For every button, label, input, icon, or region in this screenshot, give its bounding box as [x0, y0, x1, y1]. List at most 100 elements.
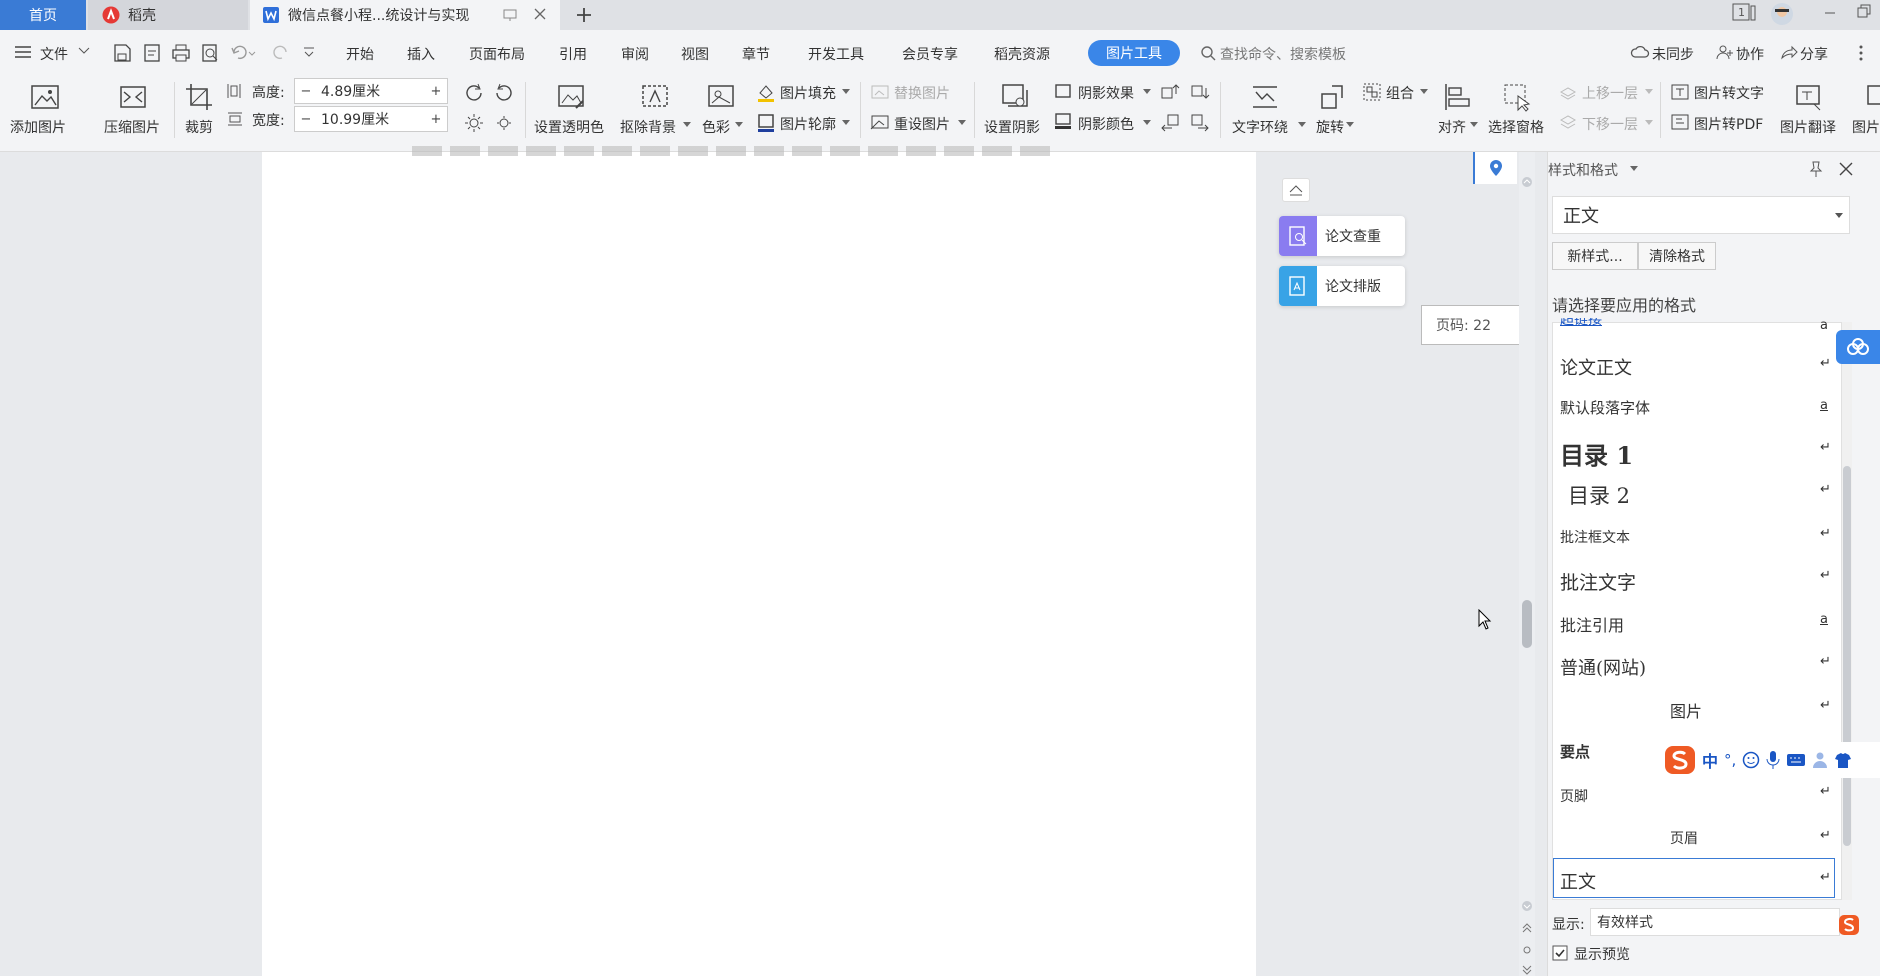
text-wrap-button[interactable]: 文字环绕	[1232, 117, 1288, 137]
paper-layout-button[interactable]: 论文排版	[1279, 266, 1405, 306]
add-image-button[interactable]: 添加图片	[10, 117, 66, 137]
chevron-down-icon[interactable]	[683, 122, 691, 128]
image-more-button[interactable]: 图片	[1852, 117, 1880, 137]
style-item-picture[interactable]: 图片	[1670, 698, 1702, 722]
menu-member[interactable]: 会员专享	[902, 44, 958, 64]
style-item-default-font[interactable]: 默认段落字体	[1560, 397, 1650, 418]
style-item-comment-reference[interactable]: 批注引用	[1560, 612, 1624, 636]
image-translate-icon[interactable]	[1794, 82, 1824, 112]
menu-home[interactable]: 开始	[346, 44, 374, 64]
cloud-drive-icon[interactable]	[1836, 330, 1880, 364]
tab-home[interactable]: 首页	[0, 0, 86, 30]
save-icon[interactable]	[112, 43, 132, 63]
image-to-pdf-button[interactable]: 图片转PDF	[1694, 114, 1763, 134]
set-shadow-button[interactable]: 设置阴影	[984, 117, 1040, 137]
more-options-icon[interactable]	[1858, 44, 1864, 62]
chevron-down-icon[interactable]	[78, 46, 90, 56]
style-item-comment-box-text[interactable]: 批注框文本	[1560, 527, 1630, 547]
image-more-icon[interactable]	[1866, 82, 1880, 112]
styles-panel-title[interactable]: 样式和格式	[1548, 160, 1618, 180]
chevron-down-icon[interactable]	[1835, 213, 1843, 219]
decrease-height-icon[interactable]: −	[295, 84, 317, 99]
ime-punctuation-icon[interactable]: °,	[1724, 751, 1736, 769]
chevron-down-icon[interactable]	[842, 120, 850, 126]
crop-icon[interactable]	[184, 82, 214, 112]
chevron-down-icon[interactable]	[1630, 166, 1638, 172]
width-field[interactable]: 10.99厘米	[317, 109, 425, 129]
image-outline-button[interactable]: 图片轮廓	[780, 114, 836, 134]
image-translate-button[interactable]: 图片翻译	[1780, 117, 1836, 137]
chevron-down-icon[interactable]	[1645, 89, 1653, 95]
menu-references[interactable]: 引用	[559, 44, 587, 64]
style-item-comment-text[interactable]: 批注文字	[1560, 568, 1636, 595]
current-style-select[interactable]: 正文	[1552, 196, 1850, 234]
add-image-icon[interactable]	[30, 82, 60, 112]
brightness-up-icon[interactable]	[464, 112, 484, 132]
undo-icon[interactable]	[230, 44, 256, 62]
chevron-down-icon[interactable]	[958, 120, 966, 126]
collapse-up-icon[interactable]	[1282, 178, 1310, 202]
scroll-down-icon[interactable]	[1520, 900, 1534, 912]
image-to-pdf-icon[interactable]	[1670, 112, 1690, 132]
style-item-key-point[interactable]: 要点	[1560, 741, 1590, 762]
print-icon[interactable]	[171, 43, 191, 63]
menu-chapter[interactable]: 章节	[742, 44, 770, 64]
file-menu[interactable]: 文件	[40, 44, 68, 64]
remove-background-icon[interactable]	[640, 82, 670, 112]
style-item-toc-1[interactable]: 目录 1	[1560, 436, 1633, 471]
menu-view[interactable]: 视图	[681, 44, 709, 64]
close-panel-icon[interactable]	[1838, 161, 1854, 177]
ime-keyboard-icon[interactable]	[1786, 752, 1806, 768]
brightness-down-icon[interactable]	[494, 112, 514, 132]
style-item-toc-2[interactable]: 目录 2	[1568, 480, 1630, 510]
image-fill-button[interactable]: 图片填充	[780, 83, 836, 103]
chevron-down-icon[interactable]	[1645, 120, 1653, 126]
chevron-down-icon[interactable]	[1143, 120, 1151, 126]
new-tab-icon[interactable]	[574, 5, 594, 25]
quick-access-more-icon[interactable]	[302, 46, 316, 60]
sogou-mini-icon[interactable]	[1838, 914, 1860, 936]
style-item-footer[interactable]: 页脚	[1560, 786, 1588, 806]
chevron-down-icon[interactable]	[1420, 89, 1428, 95]
shadow-effect-icon[interactable]	[1054, 82, 1072, 100]
menu-insert[interactable]: 插入	[407, 44, 435, 64]
pin-panel-icon[interactable]	[1808, 160, 1824, 178]
redo-icon[interactable]	[270, 44, 290, 62]
send-backward-icon[interactable]	[1558, 112, 1578, 132]
selection-pane-button[interactable]: 选择窗格	[1488, 117, 1544, 137]
chevron-down-icon[interactable]	[1470, 122, 1478, 128]
compress-image-icon[interactable]	[118, 82, 148, 112]
collaborate-button[interactable]: 协作	[1736, 44, 1764, 64]
clear-format-button[interactable]: 清除格式	[1638, 242, 1716, 270]
bring-forward-icon[interactable]	[1558, 82, 1578, 102]
pin-tab-icon[interactable]	[502, 7, 518, 23]
scroll-up-icon[interactable]	[1520, 176, 1534, 188]
rotate-right-icon[interactable]	[464, 82, 484, 102]
search-command-input[interactable]: 查找命令、搜索模板	[1220, 44, 1346, 64]
style-item-thesis-body[interactable]: 论文正文	[1560, 354, 1632, 380]
increase-width-icon[interactable]: +	[425, 112, 447, 127]
set-shadow-icon[interactable]	[1000, 82, 1030, 112]
vertical-scrollbar[interactable]	[1519, 152, 1535, 976]
style-item-hyperlink[interactable]: 超链接	[1560, 318, 1602, 328]
document-page[interactable]	[262, 146, 1256, 976]
window-count-icon[interactable]: 1	[1732, 2, 1756, 22]
set-transparent-icon[interactable]	[556, 82, 586, 112]
increase-height-icon[interactable]: +	[425, 84, 447, 99]
image-outline-icon[interactable]	[756, 112, 776, 132]
sogou-logo-icon[interactable]	[1664, 745, 1696, 775]
location-pin-icon[interactable]	[1473, 152, 1517, 184]
shadow-effect-button[interactable]: 阴影效果	[1078, 83, 1134, 103]
image-to-text-icon[interactable]	[1670, 82, 1690, 102]
ime-toolbar[interactable]: 中 °,	[1660, 742, 1880, 778]
share-button[interactable]: 分享	[1800, 44, 1828, 64]
restore-icon[interactable]	[1856, 3, 1872, 19]
height-stepper[interactable]: − 4.89厘米 +	[294, 78, 448, 104]
remove-background-button[interactable]: 抠除背景	[620, 117, 676, 137]
tab-document[interactable]: 微信点餐小程...统设计与实现	[250, 0, 560, 30]
menu-developer[interactable]: 开发工具	[808, 44, 864, 64]
text-wrap-icon[interactable]	[1250, 82, 1280, 112]
align-button[interactable]: 对齐	[1438, 117, 1466, 137]
select-browse-icon[interactable]	[1523, 946, 1531, 954]
chevron-down-icon[interactable]	[1346, 122, 1354, 128]
